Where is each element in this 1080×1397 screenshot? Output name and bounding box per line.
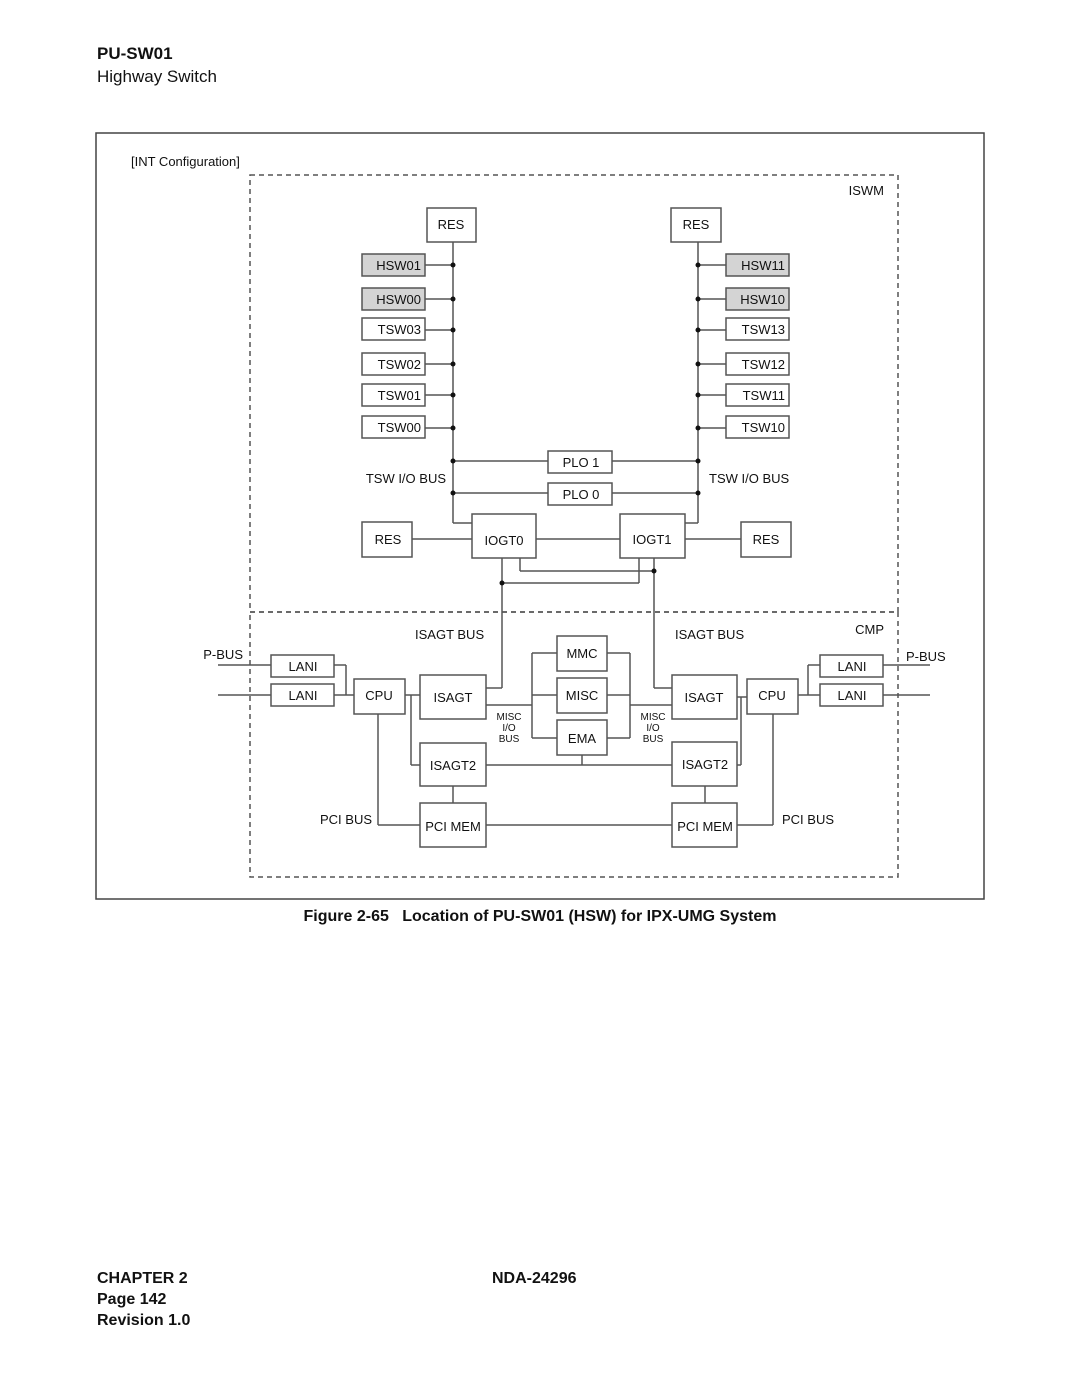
pci-mem-left-text: PCI MEM (425, 819, 481, 834)
footer-left: CHAPTER 2 Page 142 Revision 1.0 (97, 1268, 190, 1331)
misc-io-bus-left-1: MISC (497, 712, 522, 723)
pbus-left: P-BUS (203, 647, 243, 662)
footer-chapter: CHAPTER 2 (97, 1270, 188, 1287)
plo0-text: PLO 0 (563, 487, 600, 502)
diagram-frame (95, 132, 985, 900)
iogt0-text: IOGT0 (484, 533, 523, 548)
switch-label: TSW13 (742, 322, 785, 337)
switch-label: HSW11 (741, 258, 785, 273)
cpu-left-text: CPU (365, 688, 392, 703)
res-right-text: RES (683, 217, 710, 232)
lani-text: LANI (838, 659, 867, 674)
iogt0-res-text: RES (375, 532, 402, 547)
pci-bus-right: PCI BUS (782, 812, 834, 827)
switch-label: HSW00 (376, 292, 421, 307)
switch-label: HSW10 (740, 292, 785, 307)
misc-io-bus-right-2: I/O (646, 723, 660, 734)
configuration-label: [INT Configuration] (131, 154, 240, 169)
isagt2-right-text: ISAGT2 (682, 757, 728, 772)
pbus-right: P-BUS (906, 649, 946, 664)
footer-doc-number: NDA-24296 (492, 1270, 577, 1287)
pci-mem-right-text: PCI MEM (677, 819, 733, 834)
misc-text: MISC (566, 688, 599, 703)
mmc-text: MMC (566, 646, 597, 661)
tsw-io-bus-right: TSW I/O BUS (709, 471, 790, 486)
switch-label: HSW01 (376, 258, 421, 273)
lani-text: LANI (838, 688, 867, 703)
res-left-text: RES (438, 217, 465, 232)
figure-caption: Figure 2-65 Location of PU-SW01 (HSW) fo… (303, 908, 777, 925)
iswm-region (249, 174, 899, 613)
misc-io-bus-left-2: I/O (502, 723, 516, 734)
footer-revision: Revision 1.0 (97, 1312, 191, 1329)
misc-io-bus-right-1: MISC (641, 712, 666, 723)
misc-io-bus-right-3: BUS (643, 734, 664, 745)
lani-text: LANI (289, 688, 318, 703)
lani-text: LANI (289, 659, 318, 674)
ema-text: EMA (568, 731, 597, 746)
isagt-bus-left: ISAGT BUS (415, 627, 484, 642)
cmp-label: CMP (855, 622, 884, 637)
iogt1-res-text: RES (753, 532, 780, 547)
cpu-right-text: CPU (758, 688, 785, 703)
isagt-left-text: ISAGT (433, 690, 472, 705)
switch-label: TSW03 (378, 322, 421, 337)
misc-io-bus-left-3: BUS (499, 734, 520, 745)
block-diagram: [INT Configuration] ISWM CMP RES RES HSW… (95, 132, 985, 900)
switch-label: TSW02 (378, 357, 421, 372)
plo1-text: PLO 1 (563, 455, 600, 470)
iswm-label: ISWM (849, 183, 884, 198)
iogt1-text: IOGT1 (632, 532, 671, 547)
switch-label: TSW01 (378, 388, 421, 403)
footer-page: Page 142 (97, 1291, 167, 1308)
pci-bus-left: PCI BUS (320, 812, 372, 827)
switch-label: TSW00 (378, 420, 421, 435)
isagt-bus-right: ISAGT BUS (675, 627, 744, 642)
switch-label: TSW10 (742, 420, 785, 435)
isagt-right-text: ISAGT (684, 690, 723, 705)
switch-label: TSW11 (743, 388, 785, 403)
tsw-io-bus-left: TSW I/O BUS (366, 471, 447, 486)
isagt2-left-text: ISAGT2 (430, 758, 476, 773)
switch-label: TSW12 (742, 357, 785, 372)
